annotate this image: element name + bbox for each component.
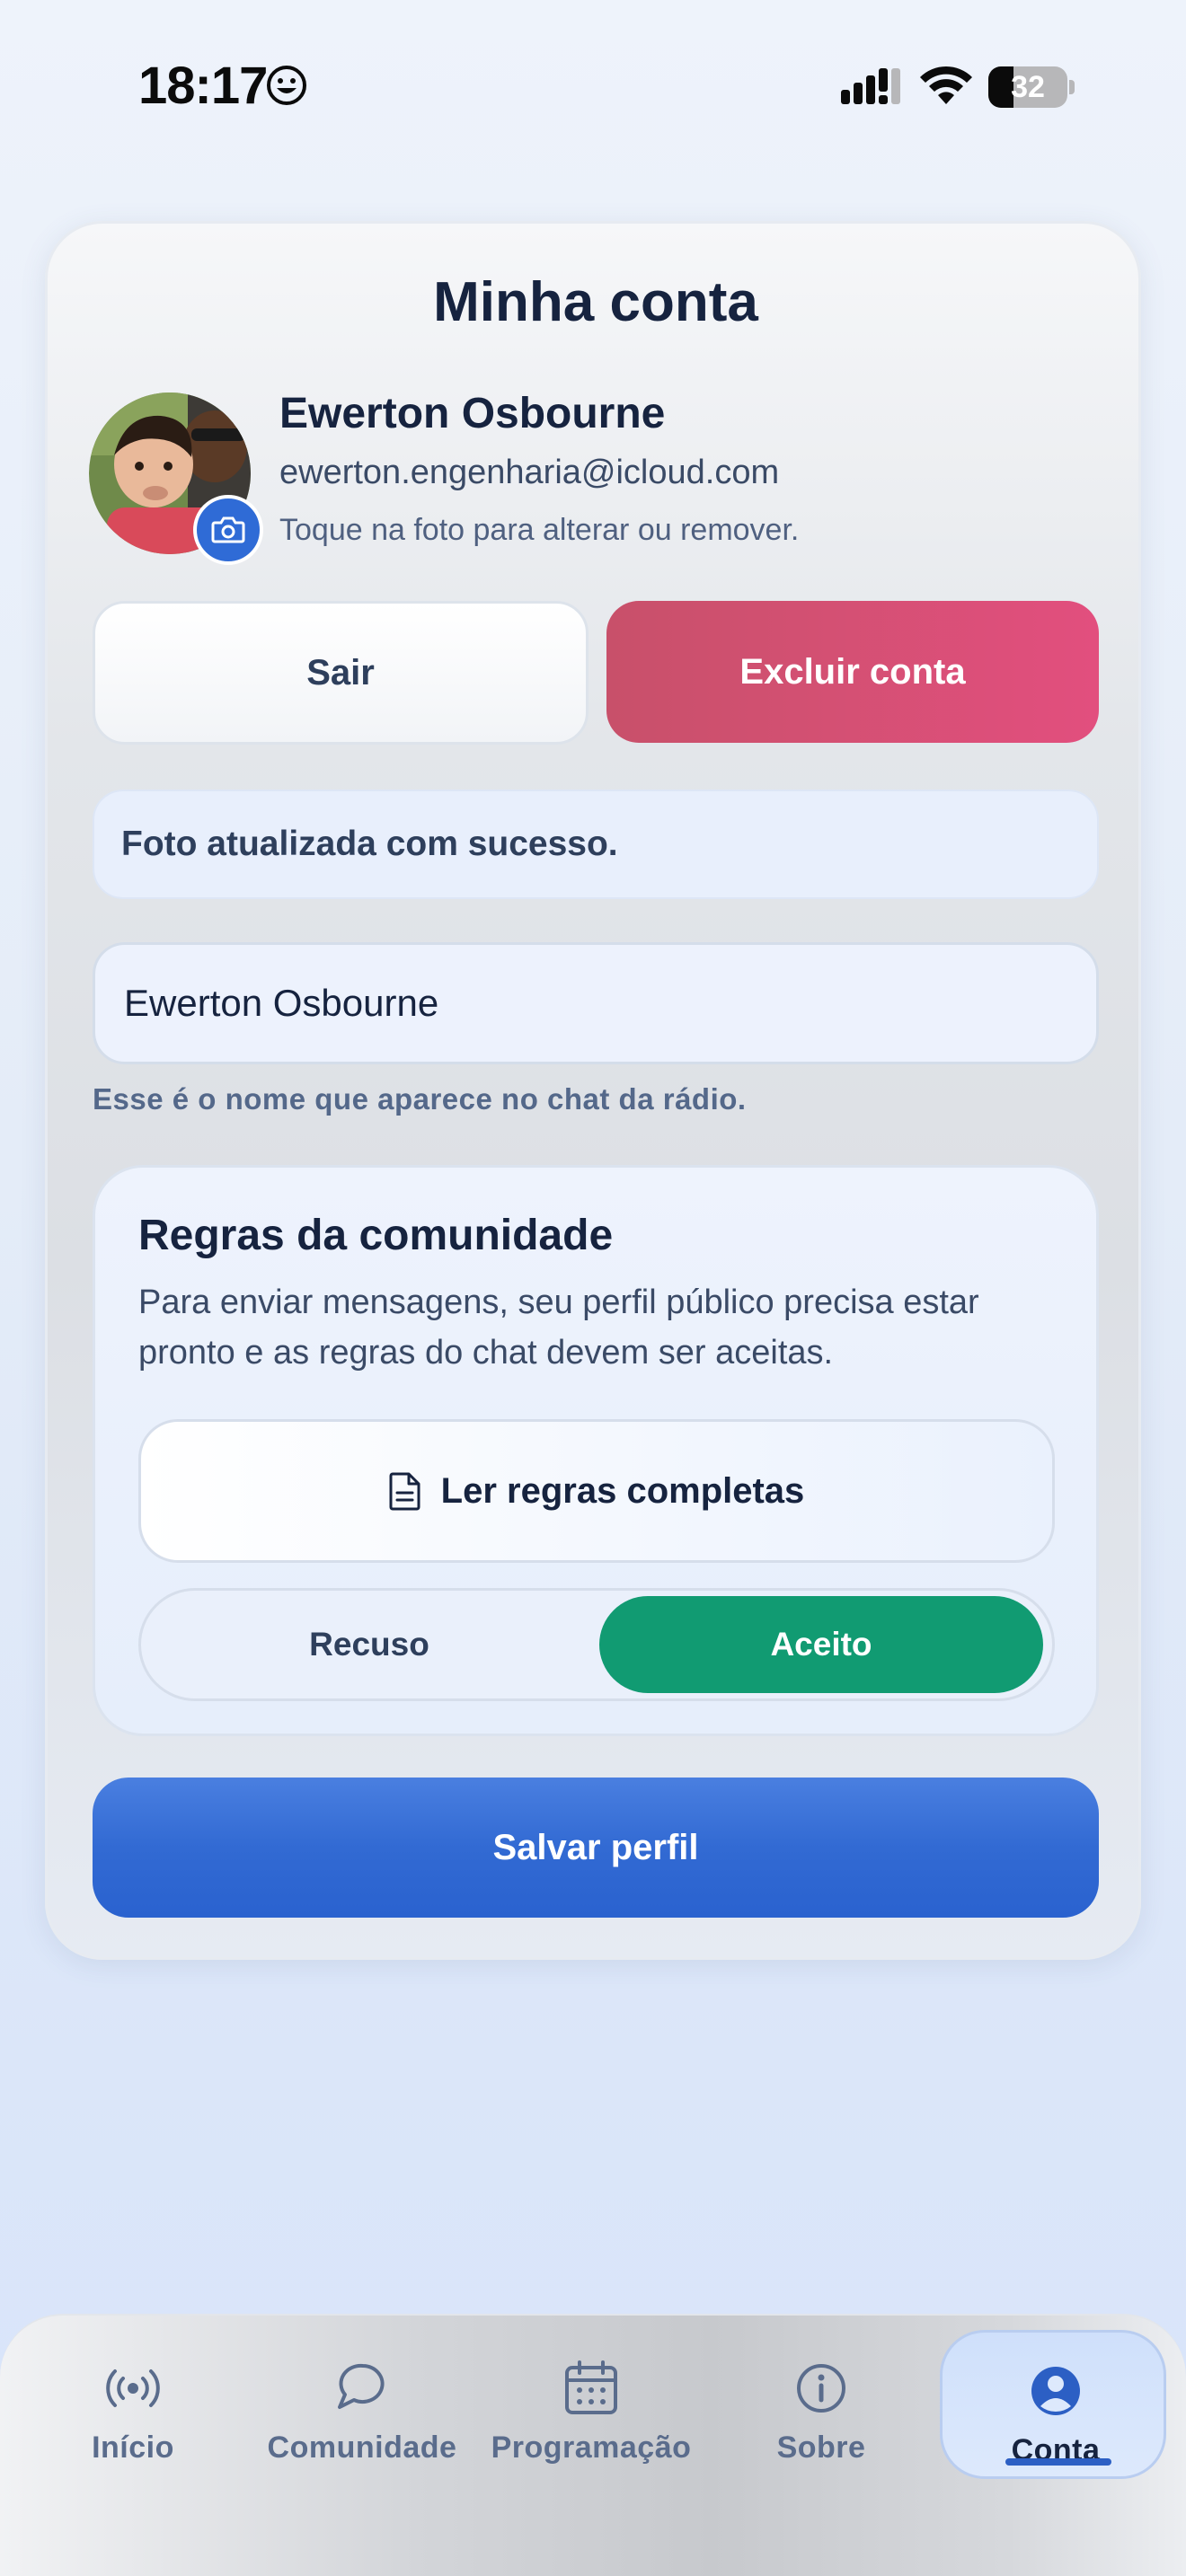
tab-inicio[interactable]: Início bbox=[70, 2314, 196, 2493]
camera-icon bbox=[211, 516, 245, 543]
success-message: Foto atualizada com sucesso. bbox=[93, 790, 1099, 899]
read-rules-button[interactable]: Ler regras completas bbox=[138, 1419, 1055, 1563]
page-title: Minha conta bbox=[433, 271, 758, 333]
photo-hint: Toque na foto para alterar ou remover. bbox=[279, 513, 800, 547]
info-icon bbox=[797, 2364, 845, 2413]
cellular-signal-icon bbox=[841, 68, 900, 104]
wifi-icon bbox=[920, 66, 972, 104]
logout-button[interactable]: Sair bbox=[93, 601, 589, 745]
tab-comunidade[interactable]: Comunidade bbox=[261, 2314, 464, 2493]
tab-conta[interactable]: Conta bbox=[940, 2330, 1166, 2479]
status-time: 18:17 bbox=[138, 57, 268, 115]
display-name-helper: Esse é o nome que aparece no chat da rád… bbox=[93, 1082, 747, 1116]
accept-rules-option[interactable]: Aceito bbox=[599, 1596, 1043, 1693]
rules-description: Para enviar mensagens, seu perfil públic… bbox=[138, 1284, 979, 1372]
calendar-icon bbox=[565, 2360, 617, 2414]
rules-title: Regras da comunidade bbox=[138, 1212, 614, 1259]
status-bar: 18:17 32 bbox=[0, 0, 1186, 171]
community-rules-section: Regras da comunidade Para enviar mensage… bbox=[93, 1165, 1099, 1736]
tab-label: Comunidade bbox=[267, 2430, 457, 2465]
save-profile-button[interactable]: Salvar perfil bbox=[93, 1778, 1099, 1918]
battery-level: 32 bbox=[1011, 70, 1045, 104]
profile-email: ewerton.engenharia@icloud.com bbox=[279, 454, 780, 491]
profile-name: Ewerton Osbourne bbox=[279, 390, 666, 437]
chat-bubble-icon bbox=[338, 2363, 385, 2409]
avatar-container[interactable] bbox=[89, 393, 265, 569]
display-name-input[interactable] bbox=[93, 942, 1099, 1064]
radio-broadcast-icon bbox=[106, 2369, 160, 2407]
active-tab-indicator bbox=[1005, 2458, 1111, 2466]
account-card: Minha conta Ewerton Osbourne ewerton.eng… bbox=[45, 221, 1141, 1960]
battery-indicator: 32 bbox=[988, 66, 1075, 108]
rules-acceptance-toggle: Recuso Aceito bbox=[138, 1588, 1055, 1701]
delete-account-button[interactable]: Excluir conta bbox=[606, 601, 1099, 743]
change-photo-button[interactable] bbox=[193, 495, 263, 565]
tab-label: Sobre bbox=[776, 2430, 866, 2465]
refuse-rules-option[interactable]: Recuso bbox=[146, 1596, 592, 1693]
tab-label: Programação bbox=[491, 2430, 692, 2465]
read-rules-label: Ler regras completas bbox=[440, 1470, 805, 1511]
tab-programacao[interactable]: Programação bbox=[485, 2314, 697, 2493]
tab-sobre[interactable]: Sobre bbox=[766, 2314, 877, 2493]
document-icon bbox=[389, 1472, 420, 1511]
user-icon bbox=[1031, 2367, 1080, 2415]
tab-label: Início bbox=[92, 2430, 174, 2465]
smile-emoji-icon bbox=[267, 66, 306, 105]
